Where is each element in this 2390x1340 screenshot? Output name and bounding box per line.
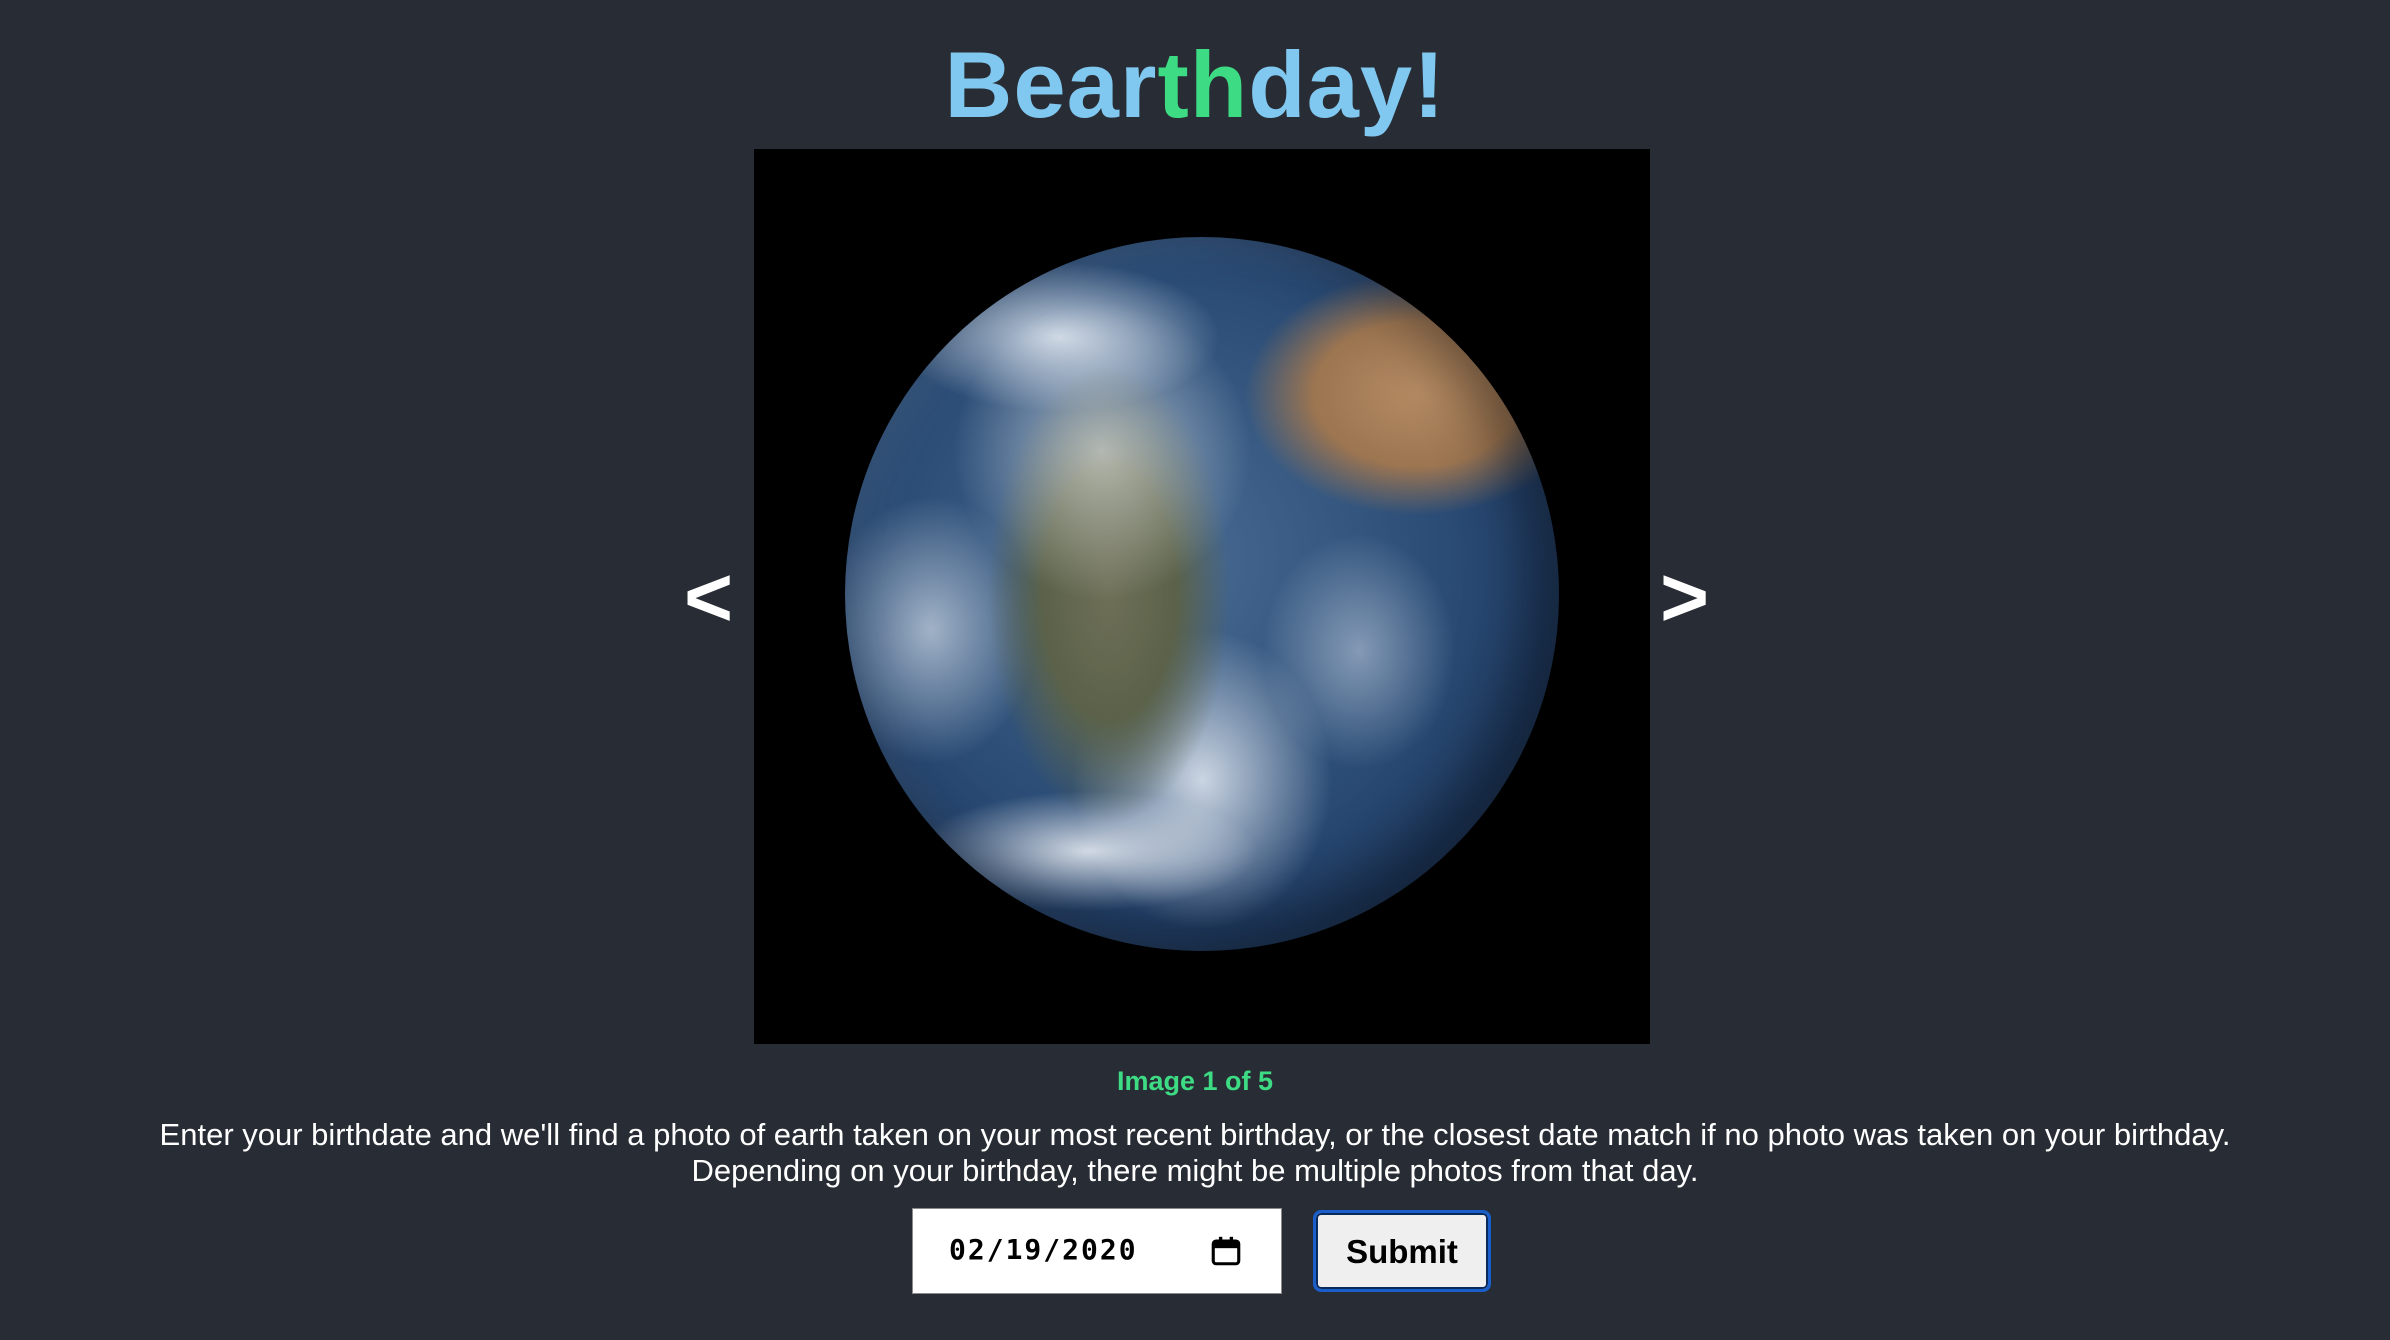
next-image-button[interactable]: >	[1660, 555, 1709, 639]
submit-button[interactable]: Submit	[1313, 1210, 1491, 1292]
image-counter: Image 1 of 5	[1116, 1066, 1274, 1096]
title-part-earth: th	[1157, 32, 1249, 137]
birthdate-input[interactable]: 02/19/2020	[912, 1208, 1282, 1294]
birthdate-value: 02/19/2020	[949, 1233, 1138, 1266]
earth-image-viewer	[754, 149, 1650, 1044]
instructions-line-1: Enter your birthdate and we'll find a ph…	[159, 1117, 2231, 1152]
instructions-text: Enter your birthdate and we'll find a ph…	[0, 1117, 2390, 1189]
calendar-icon[interactable]	[1209, 1234, 1243, 1268]
title-part-day: day!	[1248, 32, 1446, 137]
instructions-line-2: Depending on your birthday, there might …	[691, 1153, 1699, 1188]
earth-photo	[845, 237, 1559, 951]
title-part-bear: Bear	[944, 32, 1158, 137]
previous-image-button[interactable]: <	[684, 555, 733, 639]
page-title: Bearthday!	[0, 38, 2390, 132]
